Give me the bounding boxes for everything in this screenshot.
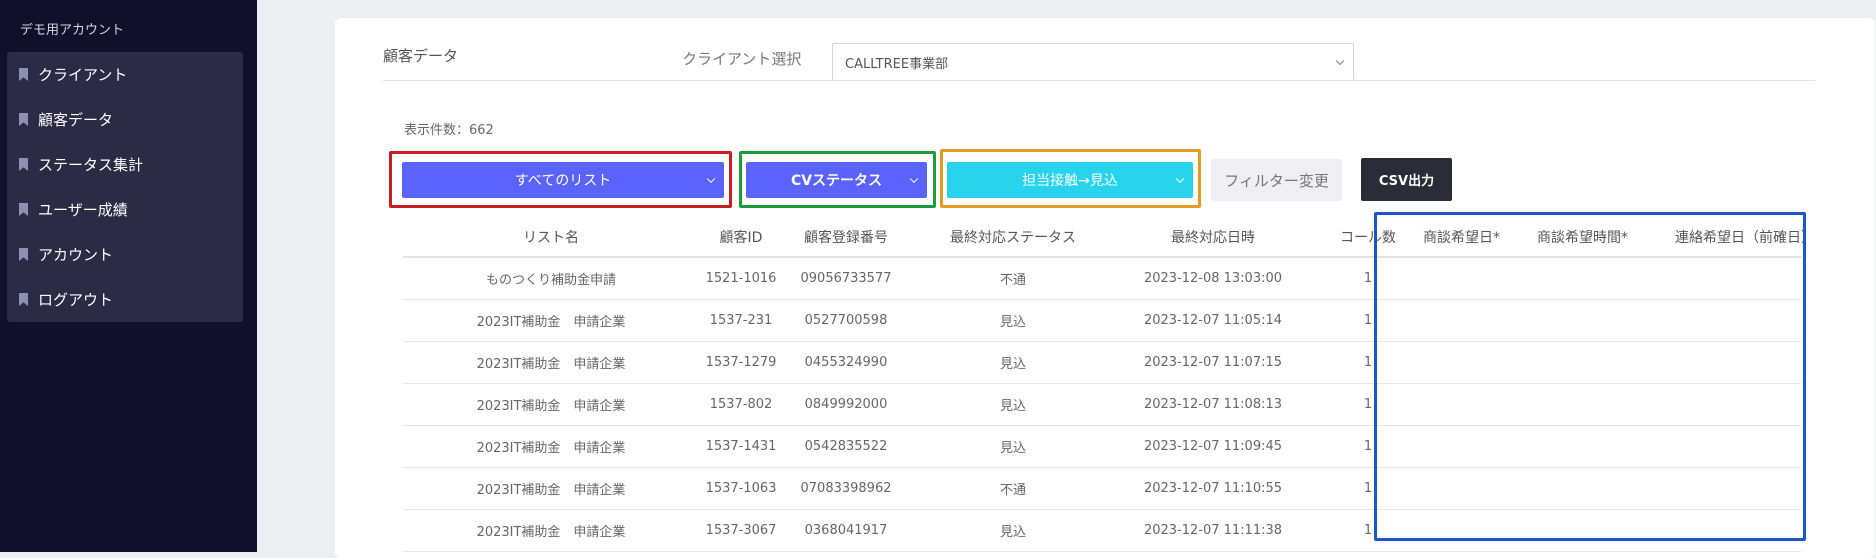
sidebar-item-label: アカウント — [38, 246, 114, 264]
status-cell: 見込 — [999, 525, 1026, 540]
registration-number-cell: 0542835522 — [804, 439, 888, 454]
bookmark-icon — [19, 248, 28, 261]
status-cell: 見込 — [999, 399, 1026, 414]
sidebar-item-label: ログアウト — [38, 291, 114, 309]
sidebar-item-user-results[interactable]: ユーザー成績 — [7, 187, 243, 232]
list-name-cell: 2023IT補助金 申請企業 — [476, 399, 626, 414]
datetime-cell: 2023-12-07 11:11:38 — [1143, 523, 1283, 538]
sidebar-item-account[interactable]: アカウント — [7, 232, 243, 277]
client-select-value: CALLTREE事業部 — [845, 56, 949, 72]
datetime-cell: 2023-12-08 13:03:00 — [1143, 271, 1283, 286]
sidebar-item-status-summary[interactable]: ステータス集計 — [7, 142, 243, 187]
record-count: 表示件数：662 — [404, 123, 494, 138]
customer-id-cell: 1537-802 — [709, 397, 773, 412]
datetime-cell: 2023-12-07 11:10:55 — [1143, 481, 1283, 496]
datetime-cell: 2023-12-07 11:08:13 — [1143, 397, 1283, 412]
status-cell: 見込 — [999, 315, 1026, 330]
contact-status-select[interactable]: 担当接触→見込 — [947, 162, 1193, 198]
contact-status-select-value: 担当接触→見込 — [1022, 173, 1118, 189]
list-name-cell: ものつくり補助金申請 — [485, 273, 616, 288]
sidebar-item-label: ステータス集計 — [38, 156, 144, 174]
csv-export-button[interactable]: CSV出力 — [1361, 158, 1452, 201]
column-header[interactable]: 顧客ID — [701, 218, 781, 256]
list-name-cell: 2023IT補助金 申請企業 — [476, 441, 626, 456]
registration-number-cell: 07083398962 — [800, 481, 892, 496]
customer-id-cell: 1537-1063 — [705, 481, 777, 496]
column-header[interactable]: 最終対応ステータス — [923, 218, 1103, 256]
sidebar-item-client[interactable]: クライアント — [7, 52, 243, 97]
status-cell: 不通 — [999, 273, 1026, 288]
sidebar-item-label: ユーザー成績 — [38, 201, 128, 219]
list-select-value: すべてのリスト — [514, 173, 612, 189]
cv-status-select-value: CVステータス — [790, 173, 883, 189]
customer-id-cell: 1537-231 — [709, 313, 773, 328]
status-cell: 見込 — [999, 357, 1026, 372]
chevron-down-icon — [909, 174, 919, 184]
column-header[interactable]: 顧客登録番号 — [781, 218, 911, 256]
divider — [383, 80, 1815, 81]
bookmark-icon — [19, 68, 28, 81]
customer-id-cell: 1537-1431 — [705, 439, 777, 454]
list-name-cell: 2023IT補助金 申請企業 — [476, 315, 626, 330]
datetime-cell: 2023-12-07 11:05:14 — [1143, 313, 1283, 328]
datetime-cell: 2023-12-07 11:07:15 — [1143, 355, 1283, 370]
list-name-cell: 2023IT補助金 申請企業 — [476, 483, 626, 498]
chevron-down-icon — [1175, 174, 1185, 184]
bookmark-icon — [19, 113, 28, 126]
page-title: 顧客データ — [383, 47, 459, 65]
chevron-down-icon — [1335, 56, 1345, 66]
status-cell: 不通 — [999, 483, 1026, 498]
bookmark-icon — [19, 293, 28, 306]
registration-number-cell: 09056733577 — [800, 271, 892, 286]
filter-change-button[interactable]: フィルター変更 — [1211, 159, 1342, 201]
account-name: デモ用アカウント — [20, 23, 125, 38]
customer-id-cell: 1521-1016 — [705, 271, 777, 286]
sidebar-item-label: クライアント — [38, 66, 128, 84]
client-select-label: クライアント選択 — [682, 50, 802, 68]
list-select[interactable]: すべてのリスト — [402, 162, 724, 198]
bookmark-icon — [19, 203, 28, 216]
list-name-cell: 2023IT補助金 申請企業 — [476, 525, 626, 540]
registration-number-cell: 0455324990 — [804, 355, 888, 370]
registration-number-cell: 0368041917 — [804, 523, 888, 538]
cv-status-select[interactable]: CVステータス — [746, 162, 927, 198]
registration-number-cell: 0849992000 — [804, 397, 888, 412]
registration-number-cell: 0527700598 — [804, 313, 888, 328]
status-cell: 見込 — [999, 441, 1026, 456]
highlight-box-blue — [1374, 212, 1806, 541]
main-panel: 顧客データ クライアント選択 CALLTREE事業部 表示件数：662 すべての… — [335, 18, 1875, 558]
client-select[interactable]: CALLTREE事業部 — [832, 43, 1354, 81]
customer-id-cell: 1537-1279 — [705, 355, 777, 370]
column-header[interactable]: リスト名 — [403, 218, 699, 256]
sidebar-item-logout[interactable]: ログアウト — [7, 277, 243, 322]
customer-id-cell: 1537-3067 — [705, 523, 777, 538]
list-name-cell: 2023IT補助金 申請企業 — [476, 357, 626, 372]
sidebar-item-label: 顧客データ — [38, 111, 114, 129]
sidebar-item-customer-data[interactable]: 顧客データ — [7, 97, 243, 142]
datetime-cell: 2023-12-07 11:09:45 — [1143, 439, 1283, 454]
sidebar: デモ用アカウント クライアント 顧客データ ステータス集計 ユーザー成績 アカウ… — [0, 0, 257, 552]
chevron-down-icon — [706, 174, 716, 184]
column-header[interactable]: 最終対応日時 — [1103, 218, 1323, 256]
bookmark-icon — [19, 158, 28, 171]
sidebar-menu: クライアント 顧客データ ステータス集計 ユーザー成績 アカウント ログアウト — [7, 52, 243, 322]
